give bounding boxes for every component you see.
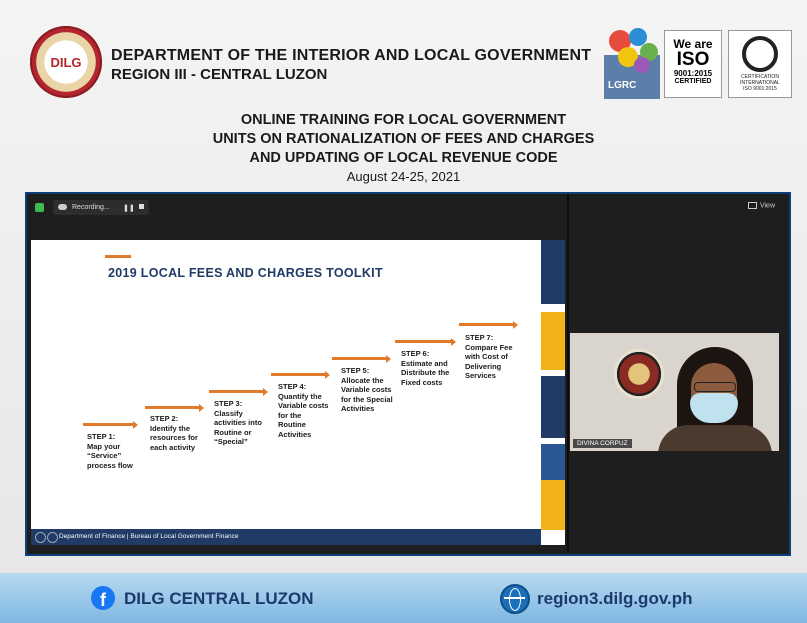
step-7-line	[459, 323, 513, 326]
step-1-arrow-icon	[133, 421, 138, 429]
stop-recording-icon[interactable]	[139, 204, 144, 209]
step-3: STEP 3: Classify activities into Routine…	[214, 399, 266, 447]
recording-label: Recording...	[72, 204, 110, 211]
step-2: STEP 2: Identify the resources for each …	[150, 414, 204, 452]
step-2-arrow-icon	[199, 404, 204, 412]
training-title-line1: ONLINE TRAINING FOR LOCAL GOVERNMENT	[240, 112, 567, 128]
recording-indicator: Recording... ❚❚	[53, 200, 149, 215]
department-title: DEPARTMENT OF THE INTERIOR AND LOCAL GOV…	[111, 47, 592, 64]
side-color-bar	[541, 376, 565, 438]
step-7: STEP 7: Compare Fee with Cost of Deliver…	[465, 333, 517, 381]
step-2-text: Identify the resources for each activity	[150, 423, 198, 452]
side-color-bar	[541, 240, 565, 304]
step-6-line	[395, 340, 451, 343]
slide-title: 2019 LOCAL FEES AND CHARGES TOOLKIT	[108, 266, 383, 280]
cert-ring-icon	[742, 36, 778, 72]
website-label: region3.dilg.gov.ph	[537, 589, 693, 608]
training-title-line2: UNITS ON RATIONALIZATION OF FEES AND CHA…	[212, 131, 595, 147]
side-color-bar	[541, 480, 565, 530]
seal-text: DILG	[50, 55, 82, 70]
step-6-label: STEP 6:	[401, 349, 430, 358]
event-date: August 24-25, 2021	[346, 169, 461, 184]
step-5-line	[332, 357, 386, 360]
step-5-arrow-icon	[386, 355, 391, 363]
view-button[interactable]: View	[747, 202, 775, 210]
cloud-icon	[58, 204, 67, 210]
panel-divider[interactable]	[567, 194, 569, 552]
step-3-line	[209, 390, 263, 393]
participant-name-tag: DIVINA CORPUZ	[573, 439, 632, 448]
lgrc-label: LGRC	[608, 80, 637, 91]
slide-footer-text: Department of Finance | Bureau of Local …	[59, 533, 239, 540]
globe-icon	[500, 584, 530, 614]
step-6-text: Estimate and Distribute the Fixed costs	[401, 358, 450, 387]
title-accent-line	[105, 255, 131, 258]
step-5-label: STEP 5:	[341, 366, 370, 375]
iso-certified: CERTIFIED	[674, 78, 712, 85]
certification-international-badge: CERTIFICATION INTERNATIONAL ISO 9001:201…	[728, 30, 792, 98]
side-color-bar	[541, 312, 565, 370]
step-1-text: Map your “Service” process flow	[87, 441, 133, 470]
participant-video-tile[interactable]: DIVINA CORPUZ	[570, 333, 779, 451]
wall-seal	[614, 349, 664, 399]
dilg-seal-logo: DILG	[30, 26, 102, 98]
view-grid-icon	[747, 202, 757, 209]
participant-body	[658, 425, 772, 451]
footer-bar: f DILG CENTRAL LUZON region3.dilg.gov.ph	[0, 573, 807, 623]
step-7-label: STEP 7:	[465, 333, 494, 342]
step-2-line	[145, 406, 199, 409]
facebook-page-label: DILG CENTRAL LUZON	[124, 589, 314, 608]
step-7-arrow-icon	[513, 321, 518, 329]
next-slide-icon[interactable]	[47, 532, 58, 543]
facebook-icon: f	[91, 586, 115, 610]
step-1-line	[83, 423, 133, 426]
step-3-label: STEP 3:	[214, 399, 243, 408]
step-3-arrow-icon	[263, 388, 268, 396]
step-5: STEP 5: Allocate the Variable costs for …	[341, 366, 393, 414]
pause-recording-icon[interactable]: ❚❚	[123, 201, 135, 216]
step-6-arrow-icon	[451, 338, 456, 346]
step-4: STEP 4: Quantify the Variable costs for …	[278, 382, 330, 439]
side-color-bar	[541, 444, 565, 484]
step-4-text: Quantify the Variable costs for the Rout…	[278, 391, 329, 439]
meeting-window: Recording... ❚❚ View 2019 LOCAL FEES AND…	[25, 192, 791, 556]
slide-footer: Department of Finance | Bureau of Local …	[31, 529, 541, 545]
step-2-label: STEP 2:	[150, 414, 179, 423]
shared-slide: 2019 LOCAL FEES AND CHARGES TOOLKIT STEP…	[31, 240, 565, 545]
step-1-label: STEP 1:	[87, 432, 116, 441]
training-title-line3: AND UPDATING OF LOCAL REVENUE CODE	[249, 150, 558, 166]
step-1: STEP 1: Map your “Service” process flow	[87, 432, 143, 470]
iso-label: ISO	[676, 49, 710, 70]
iso-certified-badge: We are ISO 9001:2015 CERTIFIED	[664, 30, 722, 98]
participant-glasses	[694, 382, 736, 392]
view-label: View	[759, 202, 775, 210]
step-4-label: STEP 4:	[278, 382, 307, 391]
cert-line3: ISO 9001:2015	[743, 86, 777, 92]
step-7-text: Compare Fee with Cost of Delivering Serv…	[465, 342, 513, 381]
step-4-arrow-icon	[325, 371, 330, 379]
previous-slide-icon[interactable]	[35, 532, 46, 543]
iso-standard: 9001:2015	[673, 69, 713, 78]
step-4-line	[271, 373, 325, 376]
step-5-text: Allocate the Variable costs for the Spec…	[341, 375, 393, 414]
region-title: REGION III - CENTRAL LUZON	[111, 66, 328, 83]
step-6: STEP 6: Estimate and Distribute the Fixe…	[401, 349, 457, 387]
security-shield-icon[interactable]	[35, 203, 44, 212]
step-3-text: Classify activities into Routine or “Spe…	[214, 408, 262, 447]
